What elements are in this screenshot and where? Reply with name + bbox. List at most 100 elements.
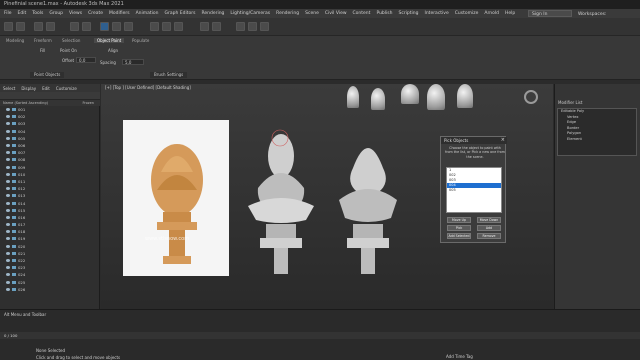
menu-item[interactable]: Tools — [32, 11, 43, 16]
add-time-tag-button[interactable]: Add Time Tag — [446, 354, 473, 359]
visibility-icon[interactable] — [6, 144, 10, 148]
visibility-icon[interactable] — [6, 151, 10, 155]
menu-item[interactable]: Publish — [376, 11, 392, 16]
menu-item[interactable]: Scripting — [398, 11, 418, 16]
modifier-element[interactable]: Element — [558, 137, 636, 143]
menu-item[interactable]: Rendering — [201, 11, 224, 16]
viewport-label[interactable]: [+] [Top ] [User Defined] [Default Shadi… — [105, 85, 191, 90]
menu-item[interactable]: Create — [88, 11, 103, 16]
table-row[interactable]: 017 — [0, 221, 100, 228]
scale-icon[interactable] — [124, 22, 133, 31]
visibility-icon[interactable] — [6, 266, 10, 270]
add-selected-button[interactable]: Add Selected — [447, 233, 471, 239]
visibility-icon[interactable] — [6, 122, 10, 126]
menu-item[interactable]: Help — [505, 11, 515, 16]
render-setup-icon[interactable] — [248, 22, 257, 31]
timeline-slider[interactable] — [0, 332, 640, 339]
tab-selection[interactable]: Selection — [62, 38, 80, 43]
sign-in-button[interactable]: Sign In — [528, 10, 572, 17]
menu-item[interactable]: Scene — [305, 11, 319, 16]
visibility-icon[interactable] — [6, 136, 10, 140]
tab-edit[interactable]: Edit — [42, 86, 50, 91]
render-icon[interactable] — [260, 22, 269, 31]
table-row[interactable]: 003 — [0, 120, 100, 127]
table-row[interactable]: 011 — [0, 178, 100, 185]
table-row[interactable]: 008 — [0, 156, 100, 163]
viewcube-icon[interactable] — [524, 90, 538, 104]
visibility-icon[interactable] — [6, 287, 10, 291]
table-row[interactable]: 023 — [0, 264, 100, 271]
table-row[interactable]: 019 — [0, 235, 100, 242]
tab-modeling[interactable]: Modeling — [6, 38, 24, 43]
visibility-icon[interactable] — [6, 108, 10, 112]
angle-snap-icon[interactable] — [162, 22, 171, 31]
tab-populate[interactable]: Populate — [132, 38, 149, 43]
table-row[interactable]: 024 — [0, 271, 100, 278]
table-row[interactable]: 026 — [0, 286, 100, 293]
pick-button[interactable]: Pick — [447, 225, 471, 231]
visibility-icon[interactable] — [6, 244, 10, 248]
menu-item[interactable]: Content — [353, 11, 371, 16]
menu-item[interactable]: Civil View — [325, 11, 347, 16]
visibility-icon[interactable] — [6, 172, 10, 176]
percent-snap-icon[interactable] — [174, 22, 183, 31]
select-icon[interactable] — [70, 22, 79, 31]
visibility-icon[interactable] — [6, 259, 10, 263]
visibility-icon[interactable] — [6, 223, 10, 227]
menu-item[interactable]: Graph Editors — [165, 11, 196, 16]
menus-label[interactable]: Alt Menu and Toolbar — [4, 312, 46, 317]
table-row[interactable]: 025 — [0, 279, 100, 286]
close-icon[interactable]: × — [501, 137, 505, 144]
visibility-icon[interactable] — [6, 215, 10, 219]
table-row[interactable]: 016 — [0, 214, 100, 221]
material-editor-icon[interactable] — [236, 22, 245, 31]
select-region-icon[interactable] — [82, 22, 91, 31]
tab-object-paint[interactable]: Object Paint — [94, 38, 125, 43]
finial-model-1[interactable] — [236, 128, 326, 278]
tab-display[interactable]: Display — [21, 86, 36, 91]
table-row[interactable]: 010 — [0, 171, 100, 178]
dialog-title-bar[interactable]: Pick Objects × — [441, 137, 507, 144]
table-row[interactable]: 002 — [0, 113, 100, 120]
menu-item[interactable]: Lighting/Cameras — [230, 11, 270, 16]
visibility-icon[interactable] — [6, 230, 10, 234]
table-row[interactable]: 022 — [0, 257, 100, 264]
menu-item[interactable]: Group — [49, 11, 63, 16]
visibility-icon[interactable] — [6, 194, 10, 198]
add-button[interactable]: Add — [477, 225, 501, 231]
tab-select[interactable]: Select — [3, 86, 15, 91]
visibility-icon[interactable] — [6, 115, 10, 119]
table-row[interactable]: 018 — [0, 228, 100, 235]
leaf-piece-4[interactable] — [427, 84, 445, 110]
move-down-button[interactable]: Move Down — [477, 217, 501, 223]
visibility-icon[interactable] — [6, 208, 10, 212]
table-row[interactable]: 014 — [0, 199, 100, 206]
visibility-icon[interactable] — [6, 179, 10, 183]
move-up-button[interactable]: Move Up — [447, 217, 471, 223]
table-row[interactable]: 009 — [0, 164, 100, 171]
move-icon[interactable] — [100, 22, 109, 31]
menu-item[interactable]: Animation — [136, 11, 159, 16]
remove-button[interactable]: Remove — [477, 233, 501, 239]
menu-item[interactable]: File — [4, 11, 12, 16]
table-row[interactable]: 013 — [0, 192, 100, 199]
mirror-icon[interactable] — [200, 22, 209, 31]
visibility-icon[interactable] — [6, 201, 10, 205]
table-row[interactable]: 020 — [0, 243, 100, 250]
offset-field[interactable]: 0,0 — [76, 57, 96, 63]
workspaces-selector[interactable]: Workspaces: — [578, 10, 606, 18]
snap-icon[interactable] — [150, 22, 159, 31]
table-row[interactable]: 012 — [0, 185, 100, 192]
leaf-piece-5[interactable] — [457, 84, 473, 108]
rotate-icon[interactable] — [112, 22, 121, 31]
menu-item[interactable]: Customize — [455, 11, 479, 16]
table-row[interactable]: 004 — [0, 128, 100, 135]
tab-customize[interactable]: Customize — [56, 86, 77, 91]
tab-freeform[interactable]: Freeform — [34, 38, 52, 43]
viewport[interactable]: [+] [Top ] [User Defined] [Default Shadi… — [101, 84, 553, 309]
leaf-piece-1[interactable] — [347, 86, 359, 108]
table-row[interactable]: 021 — [0, 250, 100, 257]
redo-icon[interactable] — [16, 22, 25, 31]
list-item[interactable]: 005 — [447, 188, 501, 193]
menu-item[interactable]: Edit — [18, 11, 27, 16]
